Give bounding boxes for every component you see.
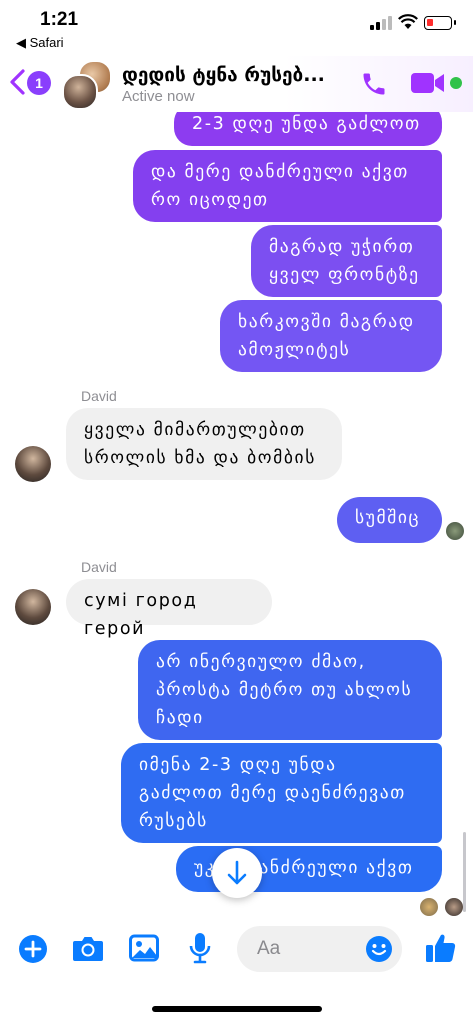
thumbs-up-icon[interactable] <box>425 932 457 964</box>
wifi-icon <box>398 14 418 29</box>
chat-title[interactable]: დედის ტყნა რუსებ... <box>122 64 325 86</box>
cellular-signal-icon <box>370 16 394 30</box>
outgoing-message[interactable]: მაგრად უჭირთ ყველ ფრონტზე <box>251 225 442 297</box>
message-input[interactable]: Aa <box>237 926 402 972</box>
scrollbar[interactable] <box>463 832 466 912</box>
outgoing-message[interactable]: სუმშიც <box>337 497 442 543</box>
avatar[interactable] <box>15 589 51 625</box>
group-avatar[interactable] <box>62 60 112 110</box>
read-receipt-avatar <box>420 898 438 916</box>
message-list[interactable]: 2-3 დღე უნდა გაძლოთ და მერე დანძრეული აქ… <box>0 112 473 920</box>
arrow-down-icon <box>227 860 247 885</box>
incoming-message[interactable]: сумі город герой <box>66 579 272 639</box>
back-to-safari-link[interactable]: ◀ Safari <box>16 35 64 51</box>
home-indicator <box>152 1006 322 1012</box>
read-receipt-avatar <box>446 522 464 540</box>
scroll-to-bottom-button[interactable] <box>212 848 262 898</box>
battery-icon <box>424 16 456 30</box>
message-input-placeholder: Aa <box>257 938 281 959</box>
read-receipt-avatar <box>445 898 463 916</box>
outgoing-message[interactable]: არ ინერვიულო ძმაო, პროსტა მეტრო თუ ახლოს… <box>138 640 442 740</box>
active-status: Active now <box>122 88 195 105</box>
outgoing-message[interactable]: და მერე დანძრეული აქვთ რო იცოდეთ <box>133 150 442 222</box>
back-chevron-icon[interactable] <box>8 68 28 96</box>
plus-icon[interactable] <box>18 934 48 964</box>
avatar <box>62 74 98 110</box>
incoming-message[interactable]: ყველა მიმართულებით სროლის ხმა და ბომბის <box>66 408 342 480</box>
outgoing-message[interactable]: 2-3 დღე უნდა გაძლოთ <box>174 112 442 146</box>
online-indicator <box>450 77 462 89</box>
emoji-icon[interactable] <box>365 935 393 963</box>
avatar[interactable] <box>15 446 51 482</box>
outgoing-message[interactable]: იმენა 2-3 დღე უნდა გაძლოთ მერე დაენძრევა… <box>121 743 442 843</box>
camera-icon[interactable] <box>72 934 104 962</box>
message-composer: Aa <box>0 920 473 980</box>
sender-name: David <box>81 388 117 404</box>
phone-call-icon[interactable] <box>360 70 388 98</box>
image-icon[interactable] <box>129 934 159 962</box>
sender-name: David <box>81 559 117 575</box>
outgoing-message[interactable]: ხარკოვში მაგრად ამოჟლიტეს <box>220 300 442 372</box>
microphone-icon[interactable] <box>189 932 211 964</box>
status-bar: 1:21 ◀ Safari <box>0 0 473 56</box>
video-call-icon[interactable] <box>410 70 446 96</box>
status-time: 1:21 <box>40 9 79 30</box>
unread-count-badge[interactable]: 1 <box>27 71 51 95</box>
